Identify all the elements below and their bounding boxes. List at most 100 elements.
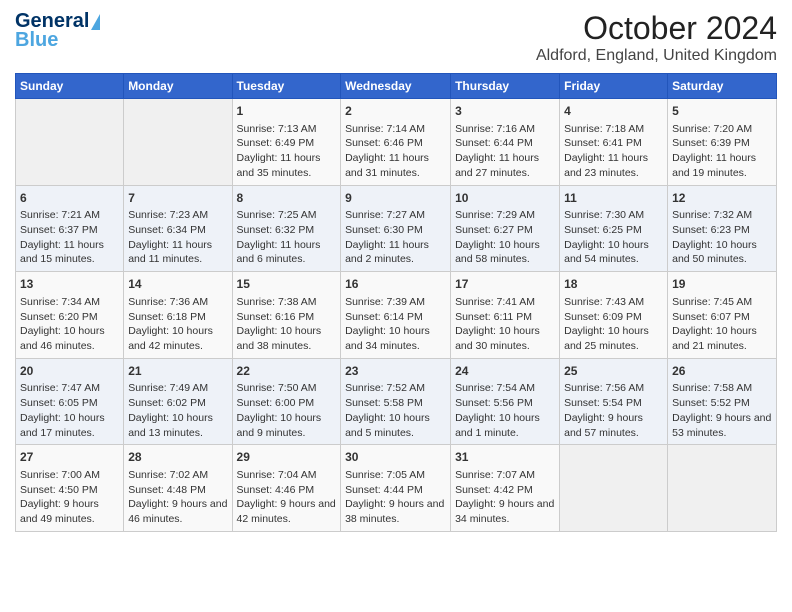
day-number: 20 bbox=[20, 363, 119, 380]
sunset-text: Sunset: 4:42 PM bbox=[455, 483, 555, 498]
cell-1-4: 2Sunrise: 7:14 AMSunset: 6:46 PMDaylight… bbox=[341, 99, 451, 186]
daylight-text: Daylight: 9 hours and 53 minutes. bbox=[672, 411, 772, 440]
daylight-text: Daylight: 11 hours and 19 minutes. bbox=[672, 151, 772, 180]
day-number: 13 bbox=[20, 276, 119, 293]
sunset-text: Sunset: 6:27 PM bbox=[455, 223, 555, 238]
cell-4-5: 24Sunrise: 7:54 AMSunset: 5:56 PMDayligh… bbox=[451, 358, 560, 445]
day-number: 11 bbox=[564, 190, 663, 207]
cell-5-4: 30Sunrise: 7:05 AMSunset: 4:44 PMDayligh… bbox=[341, 445, 451, 532]
col-sunday: Sunday bbox=[16, 74, 124, 99]
sunrise-text: Sunrise: 7:50 AM bbox=[237, 381, 337, 396]
month-title: October 2024 bbox=[536, 10, 777, 47]
daylight-text: Daylight: 9 hours and 49 minutes. bbox=[20, 497, 119, 526]
cell-3-6: 18Sunrise: 7:43 AMSunset: 6:09 PMDayligh… bbox=[560, 272, 668, 359]
sunset-text: Sunset: 6:44 PM bbox=[455, 136, 555, 151]
daylight-text: Daylight: 10 hours and 34 minutes. bbox=[345, 324, 446, 353]
calendar-body: 1Sunrise: 7:13 AMSunset: 6:49 PMDaylight… bbox=[16, 99, 777, 532]
day-number: 19 bbox=[672, 276, 772, 293]
daylight-text: Daylight: 10 hours and 1 minute. bbox=[455, 411, 555, 440]
daylight-text: Daylight: 11 hours and 11 minutes. bbox=[128, 238, 227, 267]
sunset-text: Sunset: 6:34 PM bbox=[128, 223, 227, 238]
daylight-text: Daylight: 10 hours and 13 minutes. bbox=[128, 411, 227, 440]
day-number: 6 bbox=[20, 190, 119, 207]
day-number: 14 bbox=[128, 276, 227, 293]
day-number: 17 bbox=[455, 276, 555, 293]
day-number: 18 bbox=[564, 276, 663, 293]
cell-2-5: 10Sunrise: 7:29 AMSunset: 6:27 PMDayligh… bbox=[451, 185, 560, 272]
sunset-text: Sunset: 6:16 PM bbox=[237, 310, 337, 325]
sunrise-text: Sunrise: 7:27 AM bbox=[345, 208, 446, 223]
cell-2-1: 6Sunrise: 7:21 AMSunset: 6:37 PMDaylight… bbox=[16, 185, 124, 272]
sunset-text: Sunset: 6:07 PM bbox=[672, 310, 772, 325]
header: General Blue October 2024 Aldford, Engla… bbox=[15, 10, 777, 65]
daylight-text: Daylight: 9 hours and 38 minutes. bbox=[345, 497, 446, 526]
sunset-text: Sunset: 6:32 PM bbox=[237, 223, 337, 238]
sunset-text: Sunset: 5:58 PM bbox=[345, 396, 446, 411]
sunset-text: Sunset: 6:25 PM bbox=[564, 223, 663, 238]
sunrise-text: Sunrise: 7:04 AM bbox=[237, 468, 337, 483]
page: General Blue October 2024 Aldford, Engla… bbox=[0, 0, 792, 612]
sunrise-text: Sunrise: 7:52 AM bbox=[345, 381, 446, 396]
header-row: Sunday Monday Tuesday Wednesday Thursday… bbox=[16, 74, 777, 99]
sunrise-text: Sunrise: 7:56 AM bbox=[564, 381, 663, 396]
sunrise-text: Sunrise: 7:21 AM bbox=[20, 208, 119, 223]
daylight-text: Daylight: 11 hours and 31 minutes. bbox=[345, 151, 446, 180]
calendar-table: Sunday Monday Tuesday Wednesday Thursday… bbox=[15, 73, 777, 532]
daylight-text: Daylight: 9 hours and 46 minutes. bbox=[128, 497, 227, 526]
daylight-text: Daylight: 9 hours and 42 minutes. bbox=[237, 497, 337, 526]
day-number: 27 bbox=[20, 449, 119, 466]
cell-3-7: 19Sunrise: 7:45 AMSunset: 6:07 PMDayligh… bbox=[668, 272, 777, 359]
day-number: 15 bbox=[237, 276, 337, 293]
sunrise-text: Sunrise: 7:23 AM bbox=[128, 208, 227, 223]
sunrise-text: Sunrise: 7:30 AM bbox=[564, 208, 663, 223]
sunset-text: Sunset: 4:44 PM bbox=[345, 483, 446, 498]
calendar-header: Sunday Monday Tuesday Wednesday Thursday… bbox=[16, 74, 777, 99]
col-wednesday: Wednesday bbox=[341, 74, 451, 99]
day-number: 22 bbox=[237, 363, 337, 380]
sunrise-text: Sunrise: 7:16 AM bbox=[455, 122, 555, 137]
day-number: 10 bbox=[455, 190, 555, 207]
sunrise-text: Sunrise: 7:49 AM bbox=[128, 381, 227, 396]
daylight-text: Daylight: 10 hours and 21 minutes. bbox=[672, 324, 772, 353]
sunset-text: Sunset: 6:46 PM bbox=[345, 136, 446, 151]
cell-4-4: 23Sunrise: 7:52 AMSunset: 5:58 PMDayligh… bbox=[341, 358, 451, 445]
cell-2-6: 11Sunrise: 7:30 AMSunset: 6:25 PMDayligh… bbox=[560, 185, 668, 272]
day-number: 7 bbox=[128, 190, 227, 207]
cell-5-3: 29Sunrise: 7:04 AMSunset: 4:46 PMDayligh… bbox=[232, 445, 341, 532]
daylight-text: Daylight: 10 hours and 54 minutes. bbox=[564, 238, 663, 267]
sunrise-text: Sunrise: 7:58 AM bbox=[672, 381, 772, 396]
sunset-text: Sunset: 4:48 PM bbox=[128, 483, 227, 498]
cell-5-5: 31Sunrise: 7:07 AMSunset: 4:42 PMDayligh… bbox=[451, 445, 560, 532]
cell-1-6: 4Sunrise: 7:18 AMSunset: 6:41 PMDaylight… bbox=[560, 99, 668, 186]
sunrise-text: Sunrise: 7:20 AM bbox=[672, 122, 772, 137]
col-friday: Friday bbox=[560, 74, 668, 99]
sunrise-text: Sunrise: 7:18 AM bbox=[564, 122, 663, 137]
cell-1-7: 5Sunrise: 7:20 AMSunset: 6:39 PMDaylight… bbox=[668, 99, 777, 186]
cell-5-7 bbox=[668, 445, 777, 532]
sunset-text: Sunset: 6:49 PM bbox=[237, 136, 337, 151]
daylight-text: Daylight: 10 hours and 46 minutes. bbox=[20, 324, 119, 353]
sunrise-text: Sunrise: 7:41 AM bbox=[455, 295, 555, 310]
sunset-text: Sunset: 5:52 PM bbox=[672, 396, 772, 411]
week-row-2: 6Sunrise: 7:21 AMSunset: 6:37 PMDaylight… bbox=[16, 185, 777, 272]
col-thursday: Thursday bbox=[451, 74, 560, 99]
daylight-text: Daylight: 10 hours and 17 minutes. bbox=[20, 411, 119, 440]
day-number: 9 bbox=[345, 190, 446, 207]
sunrise-text: Sunrise: 7:25 AM bbox=[237, 208, 337, 223]
cell-4-2: 21Sunrise: 7:49 AMSunset: 6:02 PMDayligh… bbox=[124, 358, 232, 445]
sunrise-text: Sunrise: 7:32 AM bbox=[672, 208, 772, 223]
cell-5-2: 28Sunrise: 7:02 AMSunset: 4:48 PMDayligh… bbox=[124, 445, 232, 532]
sunrise-text: Sunrise: 7:43 AM bbox=[564, 295, 663, 310]
sunset-text: Sunset: 6:18 PM bbox=[128, 310, 227, 325]
daylight-text: Daylight: 11 hours and 2 minutes. bbox=[345, 238, 446, 267]
cell-3-5: 17Sunrise: 7:41 AMSunset: 6:11 PMDayligh… bbox=[451, 272, 560, 359]
day-number: 2 bbox=[345, 103, 446, 120]
day-number: 31 bbox=[455, 449, 555, 466]
day-number: 25 bbox=[564, 363, 663, 380]
daylight-text: Daylight: 10 hours and 5 minutes. bbox=[345, 411, 446, 440]
sunset-text: Sunset: 4:50 PM bbox=[20, 483, 119, 498]
day-number: 5 bbox=[672, 103, 772, 120]
sunset-text: Sunset: 6:02 PM bbox=[128, 396, 227, 411]
day-number: 28 bbox=[128, 449, 227, 466]
week-row-1: 1Sunrise: 7:13 AMSunset: 6:49 PMDaylight… bbox=[16, 99, 777, 186]
